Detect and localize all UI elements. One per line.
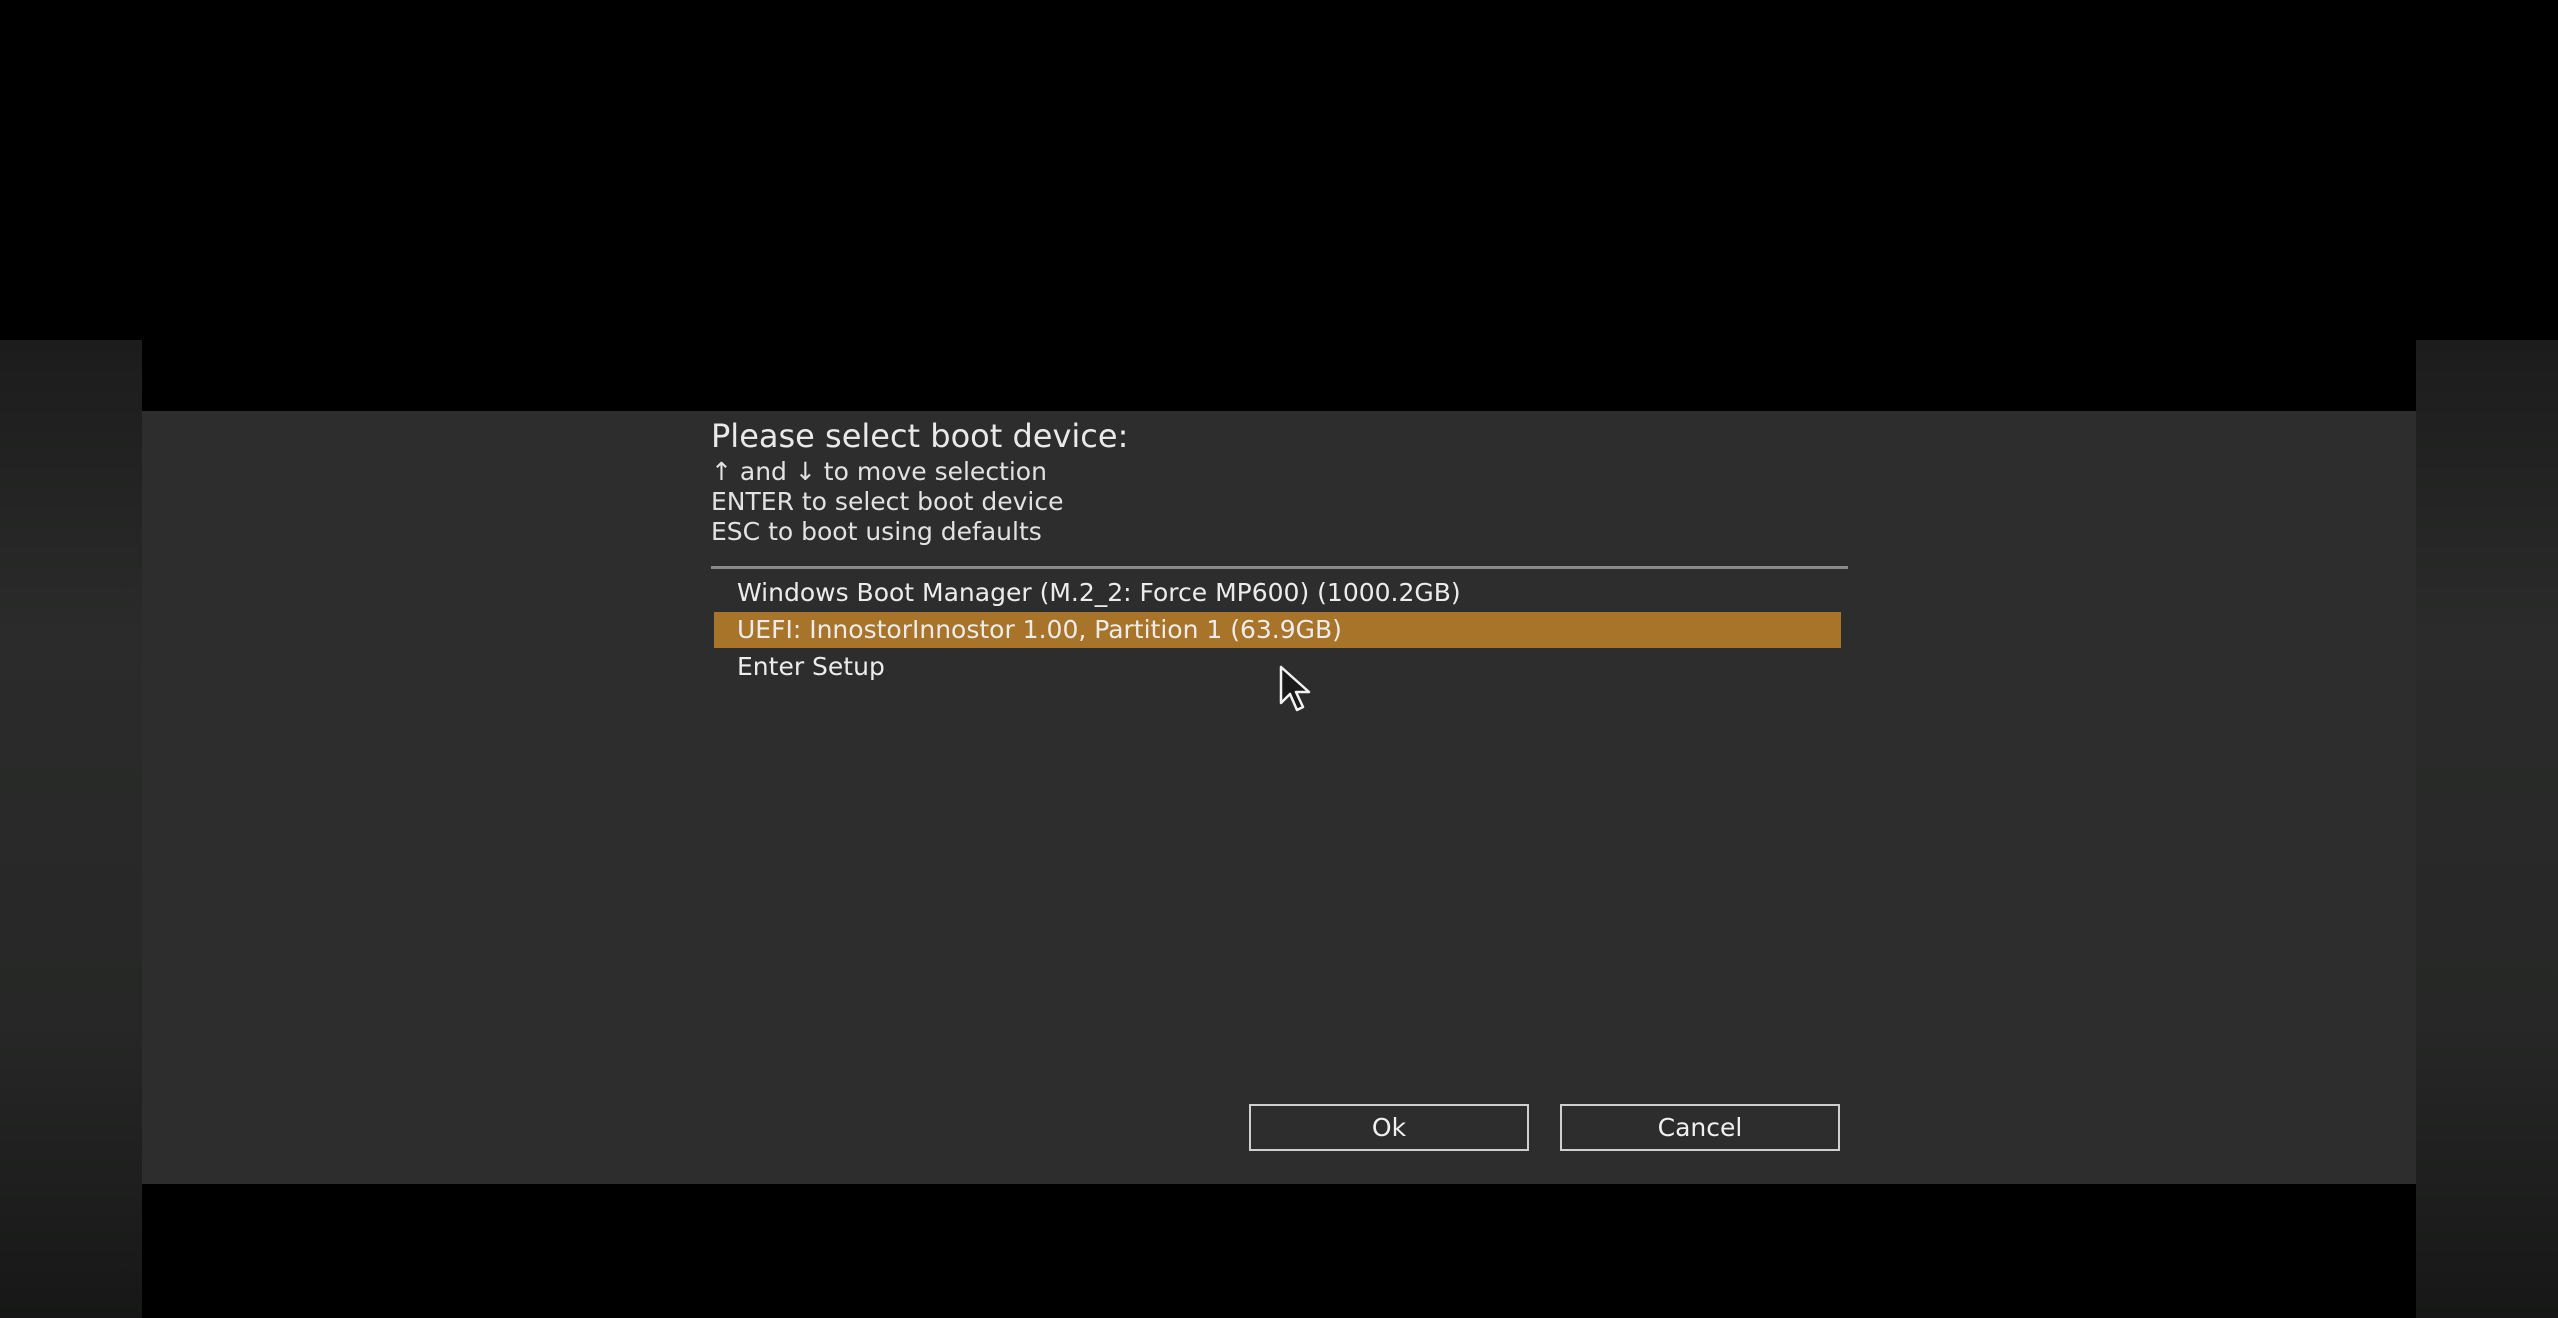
boot-menu-dialog: Please select boot device: ↑ and ↓ to mo…	[142, 411, 2416, 1184]
boot-device-enter-setup[interactable]: Enter Setup	[714, 649, 1841, 685]
boot-device-windows-boot-manager[interactable]: Windows Boot Manager (M.2_2: Force MP600…	[714, 575, 1841, 611]
cancel-button[interactable]: Cancel	[1560, 1104, 1840, 1151]
right-backdrop	[2416, 340, 2558, 1318]
divider	[711, 566, 1848, 569]
boot-device-uefi-usb[interactable]: UEFI: InnostorInnostor 1.00, Partition 1…	[714, 612, 1841, 648]
hint-move-selection: ↑ and ↓ to move selection	[711, 457, 1047, 486]
screen: Please select boot device: ↑ and ↓ to mo…	[0, 0, 2558, 1318]
ok-button[interactable]: Ok	[1249, 1104, 1529, 1151]
hint-esc-defaults: ESC to boot using defaults	[711, 517, 1042, 546]
left-backdrop	[0, 340, 142, 1318]
dialog-title: Please select boot device:	[711, 417, 1129, 455]
mouse-pointer-icon	[1279, 665, 1311, 712]
hint-enter-select: ENTER to select boot device	[711, 487, 1064, 516]
